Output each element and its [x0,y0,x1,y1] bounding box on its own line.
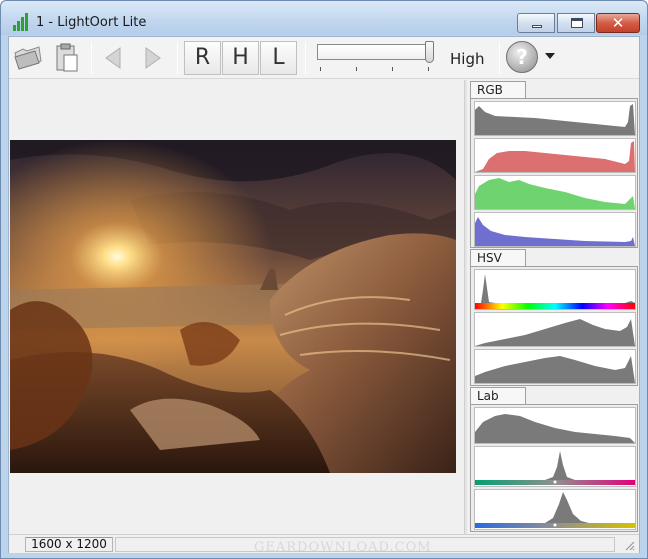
green-histogram [474,175,636,210]
open-folder-icon [14,46,42,70]
minimize-icon [532,25,542,28]
red-histogram [474,138,636,173]
close-button[interactable]: ✕ [596,13,640,33]
previous-button[interactable] [97,41,131,75]
help-button[interactable]: ? [506,41,538,73]
close-icon: ✕ [611,14,625,32]
b-channel-histogram [474,489,636,530]
value-histogram [474,349,636,384]
toolbar-separator [305,42,306,74]
lab-panel-box [470,404,638,532]
app-icon [13,13,28,31]
arrow-left-icon [105,47,121,69]
image-viewer[interactable] [10,80,460,534]
mode-l-button[interactable]: L [260,41,297,75]
hue-histogram [474,269,636,310]
slider-tick [428,67,429,71]
mode-r-button[interactable]: R [184,41,221,75]
lab-panel: Lab [470,387,640,533]
mode-h-button[interactable]: H [222,41,259,75]
blue-histogram [474,212,636,247]
hsv-panel-box [470,266,638,386]
slider-tick [320,67,321,71]
lab-tab[interactable]: Lab [470,387,526,405]
toolbar-separator [91,42,92,74]
slider-tick [392,67,393,71]
quality-label: High [450,50,485,68]
next-button[interactable] [135,41,169,75]
toolbar-separator [177,42,178,74]
lightness-histogram [474,407,636,444]
slider-tick [356,67,357,71]
resize-grip-icon[interactable] [623,539,635,551]
image-dimensions: 1600 x 1200 [25,537,113,552]
client-area: R H L High ? RGB HSV Lab 1600 x 1200 [8,36,640,553]
app-window: 1 - LightOort Lite ✕ R H L High ? RGB HS… [0,0,648,559]
title-bar[interactable]: 1 - LightOort Lite ✕ [1,1,647,35]
watermark: GEARDOWNLOAD.COM [254,540,432,555]
paste-icon [56,43,78,72]
saturation-histogram [474,312,636,347]
rgb-panel: RGB [470,81,640,249]
slider-thumb[interactable] [425,41,434,63]
photo-image [10,140,456,473]
arrow-right-icon [145,47,161,69]
slider-track [317,44,431,60]
rgb-panel-box [470,98,638,248]
toolbar: R H L High ? [9,37,639,79]
hsv-tab[interactable]: HSV [470,249,526,267]
open-button[interactable] [11,41,45,75]
maximize-icon [571,18,583,28]
toolbar-separator [499,42,500,74]
window-title: 1 - LightOort Lite [36,15,147,30]
quality-slider[interactable] [317,41,435,73]
hsv-panel: HSV [470,249,640,387]
a-channel-histogram [474,446,636,487]
panel-splitter[interactable] [464,80,467,534]
maximize-button[interactable] [557,13,595,33]
luminance-histogram [474,101,636,136]
paste-button[interactable] [49,41,83,75]
rgb-tab[interactable]: RGB [470,81,526,99]
minimize-button[interactable] [517,13,555,33]
chevron-down-icon[interactable] [545,53,555,59]
